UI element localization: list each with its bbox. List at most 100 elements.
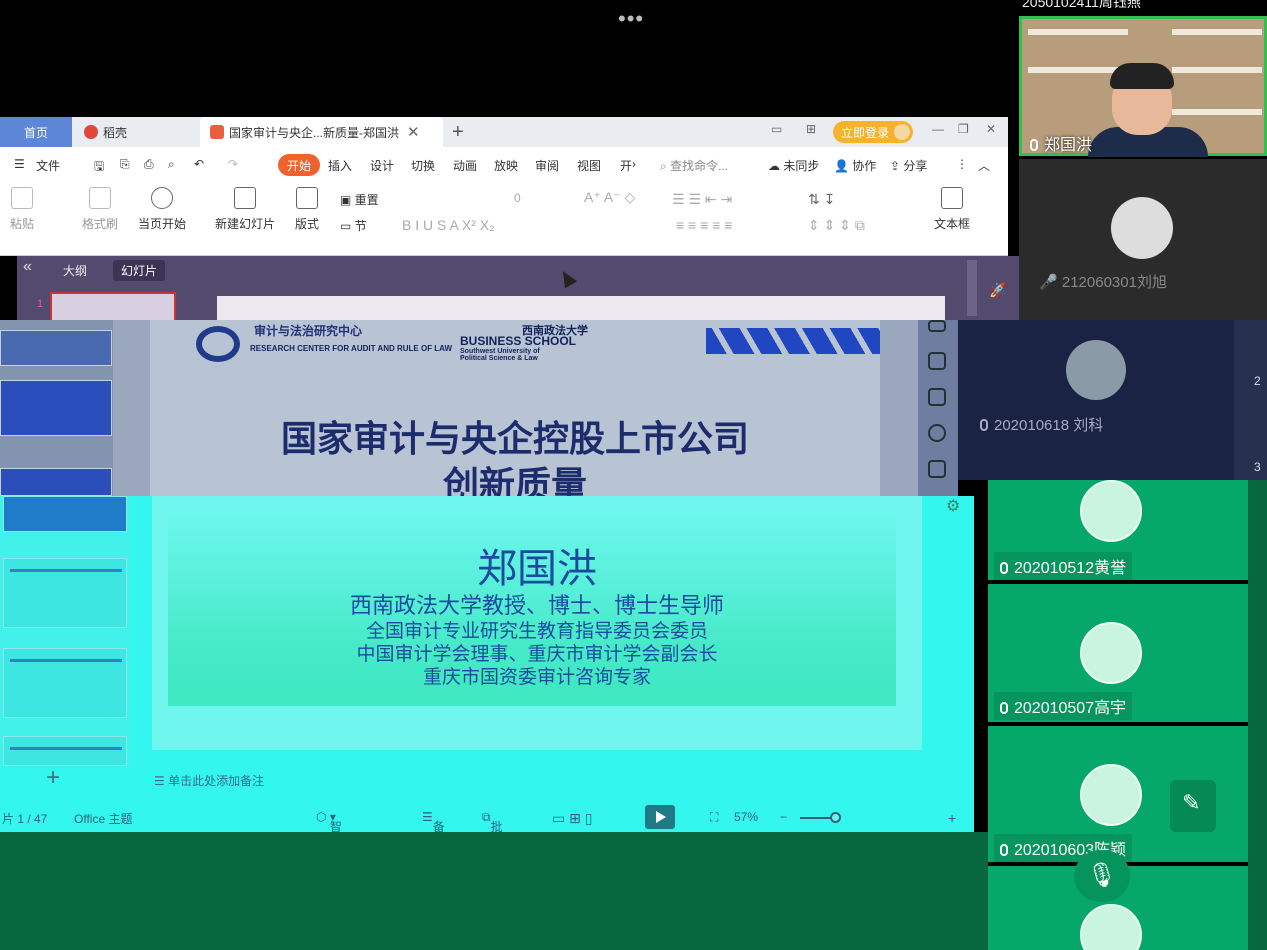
slide-thumbnail-6[interactable]: [3, 558, 127, 628]
share-button[interactable]: ⇪ 分享: [890, 157, 927, 174]
menu-view[interactable]: 视图: [577, 157, 601, 174]
side-strip: 2 3: [1234, 320, 1267, 480]
avatar: [1080, 480, 1142, 542]
login-button[interactable]: 立即登录: [833, 121, 913, 143]
slide-canvas[interactable]: 审计与法治研究中心 RESEARCH CENTER FOR AUDIT AND …: [150, 320, 880, 506]
add-slide-button[interactable]: +: [46, 764, 60, 792]
decorative-stripes: [706, 328, 880, 354]
tab-outline[interactable]: 大纲: [63, 262, 87, 279]
text-format-icons[interactable]: B I U S A X² X₂: [402, 217, 495, 233]
mute-mic-icon[interactable]: 🎙: [1074, 850, 1130, 902]
command-search-input[interactable]: ⌕ 查找命令...: [660, 157, 728, 174]
print-icon[interactable]: ⎙: [144, 157, 154, 172]
slide-thumbnail-7[interactable]: [3, 648, 127, 718]
beautify-button[interactable]: ⬡ 智能美化 ▾: [316, 810, 342, 885]
text-direction-icon[interactable]: ⇅ ↧: [808, 191, 835, 208]
image-icon[interactable]: [928, 460, 946, 478]
participant-name: 202010507高宇: [994, 692, 1133, 720]
participant-name-label: 202010507高宇: [1014, 700, 1127, 717]
layout-button[interactable]: 版式: [295, 187, 319, 232]
minimize-icon[interactable]: —: [932, 122, 944, 136]
slide-thumbnail-2[interactable]: [0, 330, 112, 366]
magic-icon[interactable]: [928, 352, 946, 370]
menu-animation[interactable]: 动画: [453, 157, 477, 174]
kebab-icon[interactable]: ⋮: [956, 157, 968, 171]
section-button[interactable]: ▭ 节: [340, 217, 367, 234]
menu-transition[interactable]: 切换: [411, 157, 435, 174]
thumb-line: [10, 747, 122, 750]
participant-tile-4[interactable]: 202010507高宇: [988, 584, 1248, 722]
participant-tile-1[interactable]: 🎤 212060301刘旭: [1019, 159, 1267, 320]
slide-thumbnail-5[interactable]: [3, 496, 127, 532]
slide-thumbnail-1[interactable]: [50, 292, 176, 322]
zoom-out-icon[interactable]: −: [780, 810, 787, 824]
view-mode-icons[interactable]: ▭ ⊞ ▯: [552, 810, 592, 827]
format-painter-button[interactable]: 格式刷: [82, 187, 118, 232]
slide-thumbnail-8[interactable]: [3, 736, 127, 766]
menu-file[interactable]: 文件: [36, 157, 60, 174]
scrollbar[interactable]: [967, 260, 977, 316]
preview-icon[interactable]: ⌕: [168, 157, 175, 172]
font-size-field[interactable]: 0: [514, 191, 521, 205]
menu-slideshow[interactable]: 放映: [494, 157, 518, 174]
play-from-current-button[interactable]: 当页开始: [138, 187, 186, 232]
tab-slides[interactable]: 幻灯片: [113, 260, 166, 281]
menu-review[interactable]: 审阅: [535, 157, 559, 174]
window-layout-icon[interactable]: ▭: [771, 122, 782, 136]
menu-start[interactable]: 开始: [278, 154, 320, 176]
menu-more[interactable]: 开: [620, 157, 632, 174]
presenter-role-4: 重庆市国资委审计咨询专家: [422, 666, 651, 688]
textbox-button[interactable]: 文本框: [934, 187, 970, 232]
participant-tile-3[interactable]: 202010512黄誉: [988, 480, 1248, 580]
maximize-icon[interactable]: ❐: [958, 122, 969, 136]
comments-toggle[interactable]: ⧉ 批注: [482, 810, 503, 851]
new-tab-button[interactable]: +: [452, 117, 472, 147]
slide-thumbnail-3[interactable]: [0, 380, 112, 436]
help-icon[interactable]: [928, 424, 946, 442]
collab-button[interactable]: 👤 协作: [834, 157, 876, 174]
line-spacing-icons[interactable]: ⇕ ⇕ ⇕ ⧉: [808, 217, 865, 234]
export-icon[interactable]: ⎘: [120, 157, 130, 172]
rocket-icon[interactable]: 🚀: [989, 282, 1006, 299]
sync-status[interactable]: ☁ 未同步: [768, 157, 819, 174]
new-slide-button[interactable]: 新建幻灯片: [215, 187, 275, 232]
close-tab-icon[interactable]: ✕: [407, 123, 420, 141]
list-icons[interactable]: ☰ ☰ ⇤ ⇥: [672, 191, 732, 208]
zoom-in-icon[interactable]: +: [948, 810, 956, 826]
edit-icon[interactable]: [1170, 780, 1216, 832]
adjust-icon[interactable]: [928, 320, 946, 332]
hamburger-icon[interactable]: ☰: [14, 157, 25, 171]
layout-icon: [296, 187, 318, 209]
menu-design[interactable]: 设计: [370, 157, 394, 174]
tab-home[interactable]: 首页: [0, 117, 72, 147]
side-number: 3: [1254, 460, 1261, 474]
slide-count: 片 1 / 47: [2, 812, 48, 826]
collapse-pane-icon[interactable]: «: [23, 258, 32, 276]
collapse-ribbon-icon[interactable]: ︿: [978, 157, 990, 174]
close-window-icon[interactable]: ✕: [986, 122, 996, 136]
menu-insert[interactable]: 插入: [328, 157, 352, 174]
reset-button[interactable]: ▣ 重置: [340, 191, 379, 208]
zoom-level[interactable]: 57%: [734, 810, 758, 824]
slide-thumbnail-4[interactable]: [0, 468, 112, 496]
copy-icon[interactable]: [928, 388, 946, 406]
paste-button[interactable]: 粘贴: [10, 187, 34, 232]
more-options-icon[interactable]: •••: [618, 6, 644, 32]
chevron-right-icon[interactable]: ›: [632, 157, 636, 171]
tab-document[interactable]: 国家审计与央企...新质量-郑国洪 ✕: [200, 117, 443, 147]
notes-area[interactable]: ☰ 单击此处添加备注: [154, 772, 264, 789]
undo-icon[interactable]: ↶: [194, 157, 204, 171]
notes-toggle[interactable]: ☰ 备注: [422, 810, 445, 851]
font-grow-icon[interactable]: A⁺ A⁻ ◇: [584, 189, 635, 206]
play-slideshow-button[interactable]: [645, 805, 675, 829]
fit-window-icon[interactable]: ⛶: [710, 810, 718, 825]
speaker-video-tile[interactable]: 郑国洪: [1019, 16, 1267, 157]
redo-icon[interactable]: ↷: [228, 157, 238, 171]
tab-docer[interactable]: 稻壳: [72, 117, 197, 147]
zoom-slider-knob[interactable]: [830, 812, 841, 823]
align-icons[interactable]: ≡ ≡ ≡ ≡ ≡: [676, 217, 732, 233]
save-icon[interactable]: 🖫: [94, 157, 104, 178]
participant-tile-2[interactable]: 202010618 刘科 2 3: [958, 320, 1267, 480]
apps-grid-icon[interactable]: ⊞: [806, 122, 816, 136]
gear-icon[interactable]: ⚙: [946, 496, 960, 516]
